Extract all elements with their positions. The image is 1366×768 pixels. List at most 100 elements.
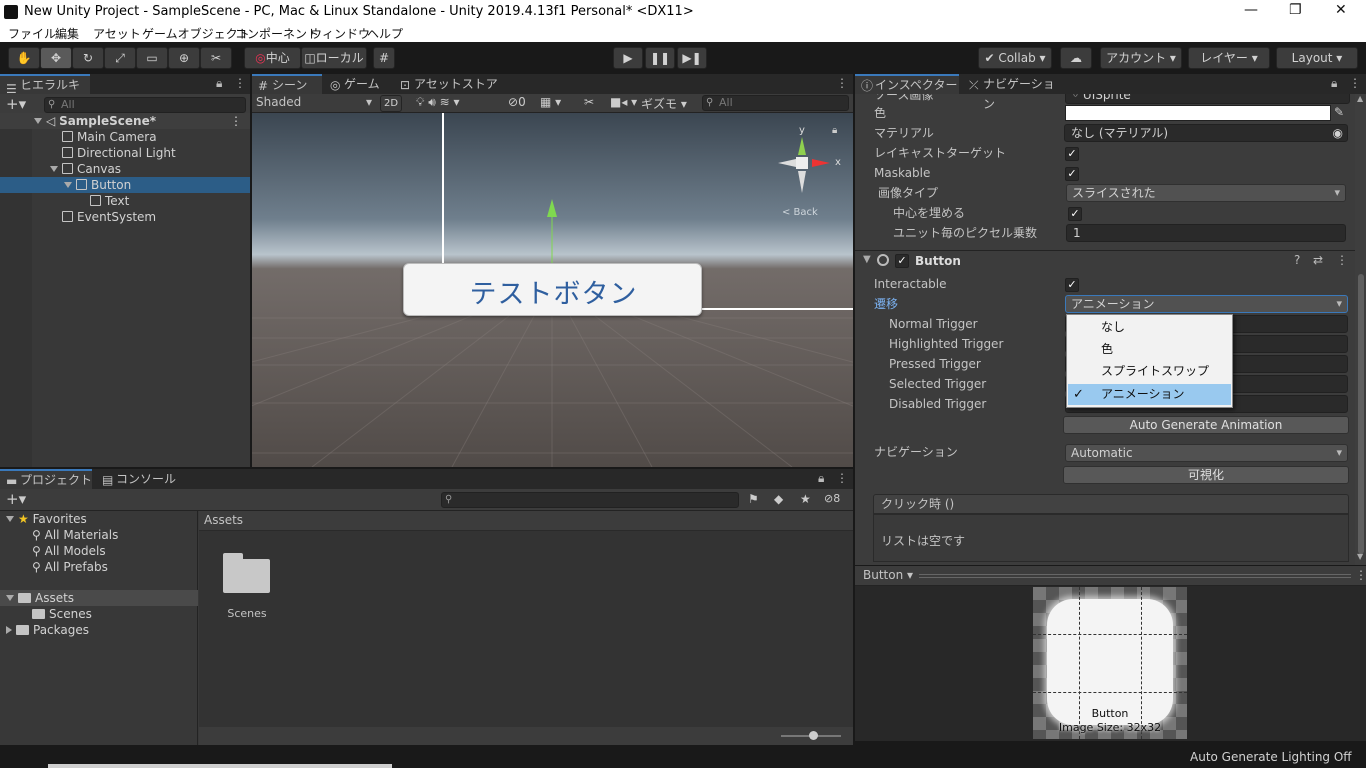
option-color[interactable]: 色 (1068, 339, 1231, 360)
maskable-checkbox[interactable]: ✓ (1065, 167, 1079, 181)
menu-assets[interactable]: アセット (93, 25, 141, 42)
gizmo-lock-icon[interactable]: 🔒︎ (832, 125, 837, 136)
filter-type-icon[interactable]: ⚑ (748, 492, 759, 506)
list-item[interactable]: Canvas (0, 161, 250, 177)
help-icon[interactable]: ? (1294, 253, 1300, 267)
scale-tool-icon[interactable]: ⤢ (104, 47, 136, 69)
grid-icon[interactable]: ▦ ▾ (540, 95, 561, 109)
option-none[interactable]: なし (1068, 317, 1231, 338)
scene-search-input[interactable]: All (702, 95, 849, 111)
kebab-menu-icon[interactable]: ⋮ (836, 471, 848, 485)
material-field[interactable]: なし (マテリアル) ◉ (1064, 124, 1348, 142)
menu-component[interactable]: コンポーネント (235, 25, 319, 42)
assets-row[interactable]: Assets (0, 590, 198, 606)
transform-tool-icon[interactable]: ⊕ (168, 47, 200, 69)
menu-file[interactable]: ファイル (8, 25, 56, 42)
hidden-objects-toggle[interactable]: ⊘0 (508, 95, 526, 109)
back-label[interactable]: < Back (782, 207, 818, 218)
favorites-row[interactable]: ★ Favorites (0, 511, 198, 527)
tab-asset-store[interactable]: ⊡ アセットストア (394, 74, 504, 94)
camera-icon[interactable]: ■◂ ▾ (610, 95, 637, 109)
option-animation[interactable]: アニメーション (1068, 384, 1231, 405)
list-item[interactable]: Scenes (0, 606, 198, 622)
component-menu-icon[interactable]: ⋮ (1336, 253, 1348, 267)
preview-resize-handle[interactable] (919, 574, 1351, 578)
menu-gameobject[interactable]: ゲームオブジェクト (142, 25, 250, 42)
auto-generate-animation-button[interactable]: Auto Generate Animation (1063, 416, 1349, 434)
step-button[interactable]: ▶❚ (677, 47, 707, 69)
tab-inspector[interactable]: ⓘ インスペクター (855, 74, 959, 94)
project-search-input[interactable] (441, 492, 739, 508)
rotate-tool-icon[interactable]: ↻ (72, 47, 104, 69)
collab-dropdown[interactable]: ✔ Collab ▾ (978, 47, 1052, 69)
foldout-icon[interactable]: ▼ (863, 254, 871, 265)
minimize-icon[interactable]: — (1244, 2, 1258, 18)
tools-icon[interactable]: ✂ (584, 95, 594, 109)
fill-center-checkbox[interactable]: ✓ (1068, 207, 1082, 221)
preview-title-dropdown[interactable]: Button ▾ (863, 568, 913, 582)
list-item[interactable]: Directional Light (0, 145, 250, 161)
list-item[interactable]: ⚲ All Models (0, 543, 198, 559)
list-item[interactable]: Text (0, 193, 250, 209)
source-image-field[interactable]: ◦ UISprite (1065, 94, 1350, 104)
slider-thumb[interactable] (809, 731, 818, 740)
kebab-menu-icon[interactable]: ⋮ (234, 76, 246, 90)
raycast-target-checkbox[interactable]: ✓ (1065, 147, 1079, 161)
scrollbar-thumb[interactable] (1358, 274, 1364, 554)
list-item[interactable]: ⚲ All Materials (0, 527, 198, 543)
pivot-toggle[interactable]: ◎中心 (244, 47, 301, 69)
scene-toggles[interactable]: 💡︎ 🔊︎ ≋ ▾ (416, 95, 459, 110)
shading-dropdown[interactable]: Shaded ▾ (256, 95, 372, 111)
eyedropper-icon[interactable]: ✎ (1334, 105, 1344, 119)
button-component-header[interactable]: ▼ ✓ Button ? ⇄ ⋮ (855, 251, 1355, 271)
image-type-dropdown[interactable]: スライスされた (1066, 184, 1346, 202)
tab-console[interactable]: ▤ コンソール (96, 469, 176, 489)
favorite-star-icon[interactable]: ★ (800, 492, 811, 506)
rect-tool-icon[interactable]: ▭ (136, 47, 168, 69)
layout-dropdown[interactable]: Layout ▾ (1276, 47, 1358, 69)
ui-button-preview[interactable]: テストボタン (403, 263, 702, 316)
space-toggle[interactable]: ◫ローカル (301, 47, 367, 69)
grid-snap-icon[interactable]: # (373, 47, 395, 69)
create-plus-icon[interactable]: +▾ (6, 490, 26, 508)
tab-scene[interactable]: # シーン (252, 74, 322, 94)
breadcrumb[interactable]: Assets (199, 511, 853, 531)
pixels-per-unit-input[interactable]: 1 (1066, 224, 1346, 242)
kebab-menu-icon[interactable]: ⋮ (1349, 76, 1361, 90)
scene-viewport[interactable]: テストボタン y x < Back 🔒︎ (252, 113, 853, 467)
close-icon[interactable]: ✕ (1335, 2, 1347, 18)
transition-dropdown[interactable]: アニメーション (1065, 295, 1348, 313)
custom-tool-icon[interactable]: ✂ (200, 47, 232, 69)
hand-tool-icon[interactable]: ✋ (8, 47, 40, 69)
tab-project[interactable]: ▬ プロジェクト (0, 469, 92, 489)
scene-orientation-gizmo[interactable]: y x < Back (772, 125, 842, 218)
mode-2d-toggle[interactable]: 2D (380, 95, 402, 112)
presets-icon[interactable]: ⇄ (1313, 253, 1323, 267)
layers-dropdown[interactable]: レイヤー ▾ (1188, 47, 1270, 69)
visualize-button[interactable]: 可視化 (1063, 466, 1349, 484)
scene-menu-icon[interactable]: ⋮ (230, 113, 242, 129)
filter-label-icon[interactable]: ◆ (774, 492, 783, 506)
scenes-folder-item[interactable] (221, 553, 271, 593)
tab-hierarchy[interactable]: ☰ヒエラルキー (0, 74, 90, 110)
create-plus-icon[interactable]: +▾ (6, 95, 26, 113)
gizmos-dropdown[interactable]: ギズモ ▾ (641, 95, 687, 112)
navigation-dropdown[interactable]: Automatic (1065, 444, 1348, 462)
hierarchy-search-input[interactable]: All (44, 97, 246, 113)
play-button[interactable]: ▶ (613, 47, 643, 69)
hidden-packages-toggle[interactable]: ⊘8 (824, 492, 840, 505)
account-dropdown[interactable]: アカウント ▾ (1100, 47, 1182, 69)
move-tool-icon[interactable]: ✥ (40, 47, 72, 69)
object-picker-icon[interactable]: ◉ (1333, 125, 1343, 141)
restore-icon[interactable]: ❐ (1289, 2, 1302, 18)
component-enabled-checkbox[interactable]: ✓ (895, 254, 909, 268)
list-item[interactable]: EventSystem (0, 209, 250, 225)
color-field[interactable] (1065, 105, 1331, 121)
list-item-selected[interactable]: Button (0, 177, 250, 193)
scene-row[interactable]: ◁ SampleScene* ⋮ (0, 113, 250, 129)
pause-button[interactable]: ❚❚ (645, 47, 675, 69)
menu-edit[interactable]: 編集 (55, 25, 79, 42)
packages-row[interactable]: Packages (0, 622, 198, 638)
interactable-checkbox[interactable]: ✓ (1065, 278, 1079, 292)
lock-icon[interactable]: 🔒︎ (216, 76, 222, 91)
